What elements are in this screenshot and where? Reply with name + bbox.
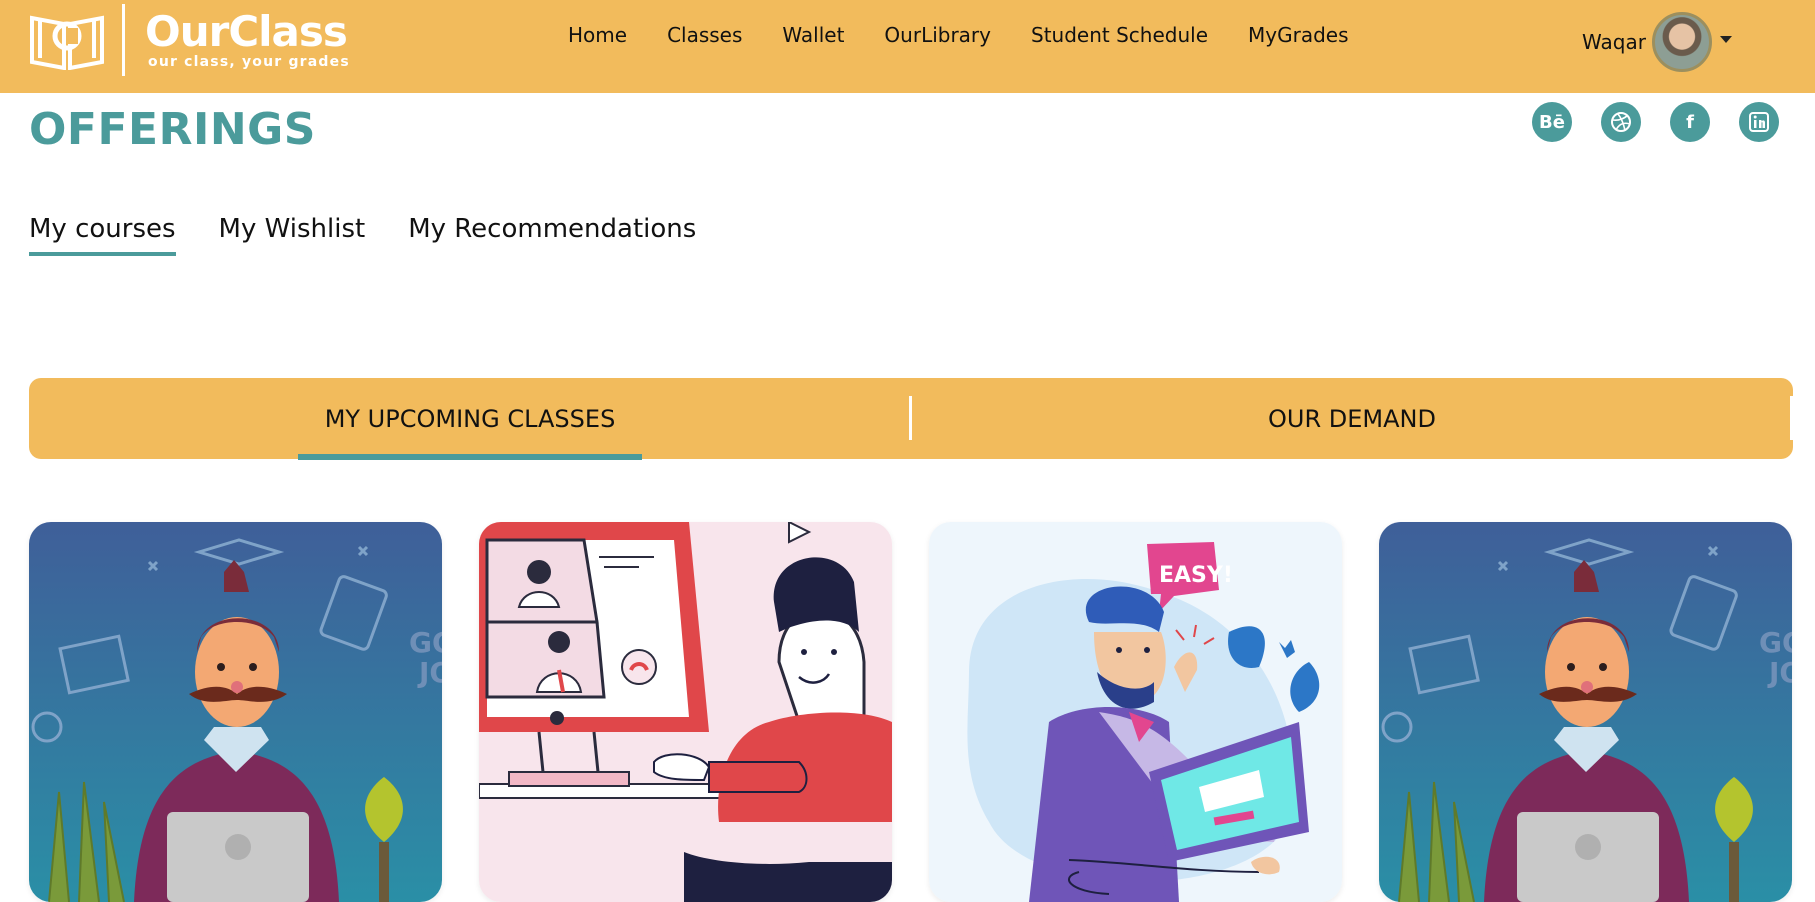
logo-name: OurClass <box>145 7 348 56</box>
tab-my-recommendations[interactable]: My Recommendations <box>408 214 696 256</box>
top-navigation-bar: OurClass our class, your grades Home Cla… <box>0 0 1815 93</box>
user-menu[interactable]: Waqar <box>1582 12 1732 72</box>
course-tabs: My courses My Wishlist My Recommendation… <box>29 214 739 256</box>
linkedin-icon[interactable] <box>1739 102 1779 142</box>
logo-divider <box>122 4 125 76</box>
tab-my-upcoming-classes[interactable]: MY UPCOMING CLASSES <box>29 378 911 460</box>
main-nav: Home Classes Wallet OurLibrary Student S… <box>568 20 1389 50</box>
svg-text:JO: JO <box>417 656 442 689</box>
man-at-computer-illustration: EASY! <box>929 522 1342 902</box>
tab-my-courses[interactable]: My courses <box>29 214 176 256</box>
tab-my-wishlist[interactable]: My Wishlist <box>219 214 366 256</box>
class-banner: MY UPCOMING CLASSES OUR DEMAND <box>29 378 1793 460</box>
chevron-down-icon[interactable] <box>1719 35 1732 43</box>
nav-home[interactable]: Home <box>568 20 627 50</box>
avatar <box>1651 12 1712 72</box>
teacher-illustration: GOO JO <box>1379 522 1792 902</box>
book-logo-icon <box>28 10 106 71</box>
facebook-icon[interactable]: f <box>1670 102 1710 142</box>
user-name: Waqar <box>1582 30 1646 54</box>
class-card[interactable]: GOO JO <box>29 522 442 902</box>
logo[interactable]: OurClass our class, your grades <box>28 4 350 76</box>
tab-our-demand[interactable]: OUR DEMAND <box>911 378 1793 459</box>
svg-text:GOO: GOO <box>409 626 442 659</box>
easy-badge-text: EASY! <box>1159 563 1233 588</box>
svg-text:GOO: GOO <box>1759 626 1792 659</box>
dribbble-icon[interactable] <box>1601 102 1641 142</box>
class-card[interactable]: GOO JO <box>1379 522 1792 902</box>
logo-tagline: our class, your grades <box>148 54 350 70</box>
logo-text: OurClass our class, your grades <box>145 7 350 71</box>
behance-icon[interactable]: Bē <box>1532 102 1572 142</box>
nav-wallet[interactable]: Wallet <box>782 20 844 50</box>
video-call-illustration <box>479 522 892 902</box>
teacher-illustration: GOO JO <box>29 522 442 902</box>
nav-classes[interactable]: Classes <box>667 20 742 50</box>
nav-mygrades[interactable]: MyGrades <box>1248 20 1349 50</box>
nav-ourlibrary[interactable]: OurLibrary <box>884 20 991 50</box>
social-links: Bē f <box>1532 102 1779 142</box>
class-card[interactable]: EASY! <box>929 522 1342 902</box>
svg-text:JO: JO <box>1767 656 1792 689</box>
page-title: OFFERINGS <box>29 104 316 155</box>
class-card[interactable] <box>479 522 892 902</box>
class-cards: GOO JO <box>29 522 1792 902</box>
banner-divider-right <box>1790 396 1793 440</box>
nav-student-schedule[interactable]: Student Schedule <box>1031 20 1208 50</box>
